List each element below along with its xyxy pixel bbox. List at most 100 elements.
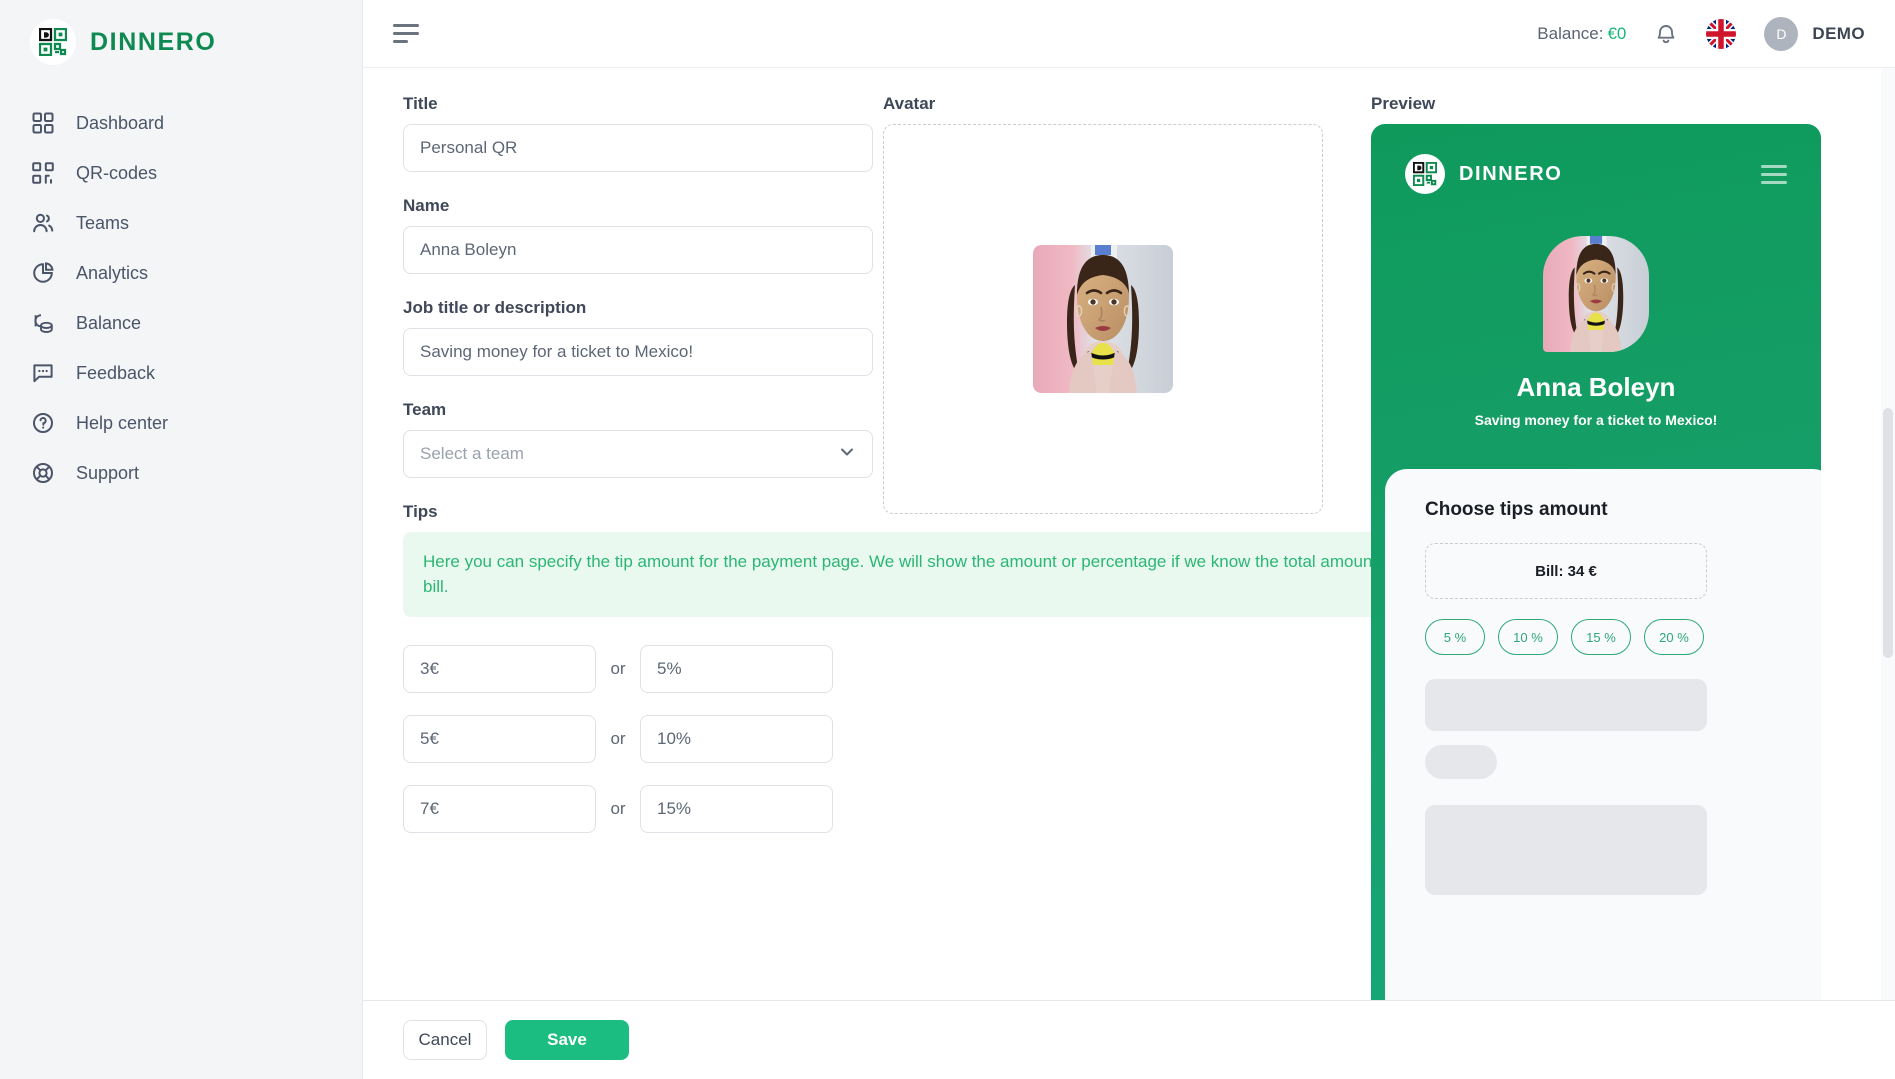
field-team: Team Select a team	[403, 400, 873, 478]
tip-amount-value: 3	[420, 659, 430, 679]
sidebar-item-analytics[interactable]: Analytics	[0, 248, 362, 298]
sidebar: DINNERO Dashboard QR-codes Teams Analyti…	[0, 0, 363, 1079]
tip-amount-value: 5	[420, 729, 430, 749]
question-circle-icon	[30, 410, 56, 436]
tip-percent-value: 15	[657, 799, 676, 819]
sidebar-item-teams[interactable]: Teams	[0, 198, 362, 248]
title-label: Title	[403, 94, 438, 113]
uk-flag-icon[interactable]	[1706, 18, 1737, 49]
tip-percent-input[interactable]: 10 %	[640, 715, 834, 764]
percent-suffix: %	[666, 659, 682, 679]
sidebar-item-support[interactable]: Support	[0, 448, 362, 498]
name-input[interactable]: Anna Boleyn	[403, 226, 873, 274]
preview-bill-box[interactable]: Bill: 34 €	[1425, 543, 1707, 599]
tip-pill[interactable]: 5 %	[1425, 619, 1485, 655]
avatar: D	[1764, 16, 1799, 51]
preview-header: DINNERO	[1371, 124, 1821, 194]
sidebar-item-label: Balance	[76, 312, 142, 333]
bell-icon[interactable]	[1654, 22, 1678, 46]
sidebar-item-label: QR-codes	[76, 162, 158, 183]
scrollbar-thumb[interactable]	[1883, 408, 1893, 658]
tip-percent-input[interactable]: 15 %	[640, 785, 834, 834]
tip-row: 3 € or 5 %	[403, 645, 834, 694]
coins-icon	[30, 310, 56, 336]
preview-label: Preview	[1371, 94, 1436, 113]
field-name: Name Anna Boleyn	[403, 196, 873, 274]
team-select[interactable]: Select a team	[403, 430, 873, 478]
topbar: Balance: €0 D DEMO	[363, 0, 1895, 68]
tip-or-label: or	[610, 799, 626, 819]
users-icon	[30, 210, 56, 236]
preview-tip-pills: 5 % 10 % 15 % 20 %	[1425, 619, 1795, 655]
user-name: DEMO	[1812, 23, 1865, 43]
name-value: Anna Boleyn	[420, 240, 517, 259]
percent-suffix: %	[675, 729, 692, 749]
job-label: Job title or description	[403, 298, 587, 317]
grid-icon	[30, 110, 56, 136]
job-value: Saving money for a ticket to Mexico!	[420, 342, 694, 361]
preview-column: Preview DINNERO Anna Boleyn Saving money…	[1333, 94, 1895, 1000]
balance-label: Balance:	[1537, 23, 1604, 43]
preview-person-name: Anna Boleyn	[1516, 372, 1676, 402]
tip-amount-input[interactable]: 7 €	[403, 785, 597, 834]
lifebuoy-icon	[30, 460, 56, 486]
title-input[interactable]: Personal QR	[403, 124, 873, 172]
preview-tips-sheet: Choose tips amount Bill: 34 € 5 % 10 % 1…	[1385, 469, 1821, 1000]
percent-suffix: %	[675, 799, 692, 819]
preview-hamburger-icon[interactable]	[1761, 164, 1787, 184]
skeleton-placeholder	[1425, 745, 1497, 779]
preview-person-description: Saving money for a ticket to Mexico!	[1474, 412, 1718, 428]
sidebar-item-label: Teams	[76, 212, 130, 233]
preview-card: DINNERO Anna Boleyn Saving money for a t…	[1371, 124, 1821, 1000]
sidebar-item-label: Feedback	[76, 362, 156, 383]
sidebar-item-qr-codes[interactable]: QR-codes	[0, 148, 362, 198]
sidebar-item-label: Dashboard	[76, 112, 165, 133]
tip-amount-input[interactable]: 3 €	[403, 645, 597, 694]
topbar-right: Balance: €0 D DEMO	[1537, 16, 1865, 51]
tip-percent-value: 10	[657, 729, 676, 749]
sidebar-nav: Dashboard QR-codes Teams Analytics Balan…	[0, 98, 362, 498]
app-root: DINNERO Dashboard QR-codes Teams Analyti…	[0, 0, 1895, 1079]
hamburger-icon[interactable]	[393, 24, 421, 44]
qr-code-logo-icon	[1405, 154, 1445, 194]
sidebar-item-dashboard[interactable]: Dashboard	[0, 98, 362, 148]
vertical-scrollbar[interactable]	[1881, 68, 1895, 1000]
cancel-button[interactable]: Cancel	[403, 1020, 487, 1060]
sidebar-item-label: Help center	[76, 412, 169, 433]
form-scroll-area: Title Personal QR Name Anna Boleyn Job t…	[363, 68, 1895, 1000]
tip-or-label: or	[610, 729, 626, 749]
team-placeholder: Select a team	[420, 444, 524, 463]
sidebar-item-label: Analytics	[76, 262, 149, 283]
sidebar-item-help-center[interactable]: Help center	[0, 398, 362, 448]
euro-suffix: €	[429, 729, 439, 749]
form-footer: Cancel Save	[363, 1000, 1895, 1079]
tip-percent-value: 5	[657, 659, 667, 679]
preview-avatar-photo	[1543, 236, 1649, 352]
save-button[interactable]: Save	[505, 1020, 629, 1060]
tip-pill[interactable]: 15 %	[1571, 619, 1631, 655]
tip-row: 5 € or 10 %	[403, 715, 834, 764]
euro-suffix: €	[429, 799, 439, 819]
skeleton-placeholder	[1425, 805, 1707, 895]
balance-value: €0	[1607, 23, 1627, 43]
tip-percent-input[interactable]: 5 %	[640, 645, 834, 694]
balance-indicator: Balance: €0	[1537, 24, 1626, 44]
tips-label: Tips	[403, 502, 438, 521]
tip-pill[interactable]: 10 %	[1498, 619, 1558, 655]
brand-name: DINNERO	[90, 27, 217, 56]
form-column: Title Personal QR Name Anna Boleyn Job t…	[363, 94, 1463, 1000]
sidebar-item-feedback[interactable]: Feedback	[0, 348, 362, 398]
field-job: Job title or description Saving money fo…	[403, 298, 873, 376]
avatar-dropzone[interactable]	[883, 124, 1323, 514]
brand-logo[interactable]: DINNERO	[0, 8, 362, 76]
tip-amount-input[interactable]: 5 €	[403, 715, 597, 764]
tip-row: 7 € or 15 %	[403, 785, 834, 834]
team-label: Team	[403, 400, 447, 419]
tip-or-label: or	[610, 659, 626, 679]
sidebar-item-balance[interactable]: Balance	[0, 298, 362, 348]
user-menu[interactable]: D DEMO	[1764, 16, 1865, 51]
title-value: Personal QR	[420, 138, 518, 157]
tip-pill[interactable]: 20 %	[1644, 619, 1704, 655]
job-input[interactable]: Saving money for a ticket to Mexico!	[403, 328, 873, 376]
avatar-label: Avatar	[883, 94, 936, 113]
